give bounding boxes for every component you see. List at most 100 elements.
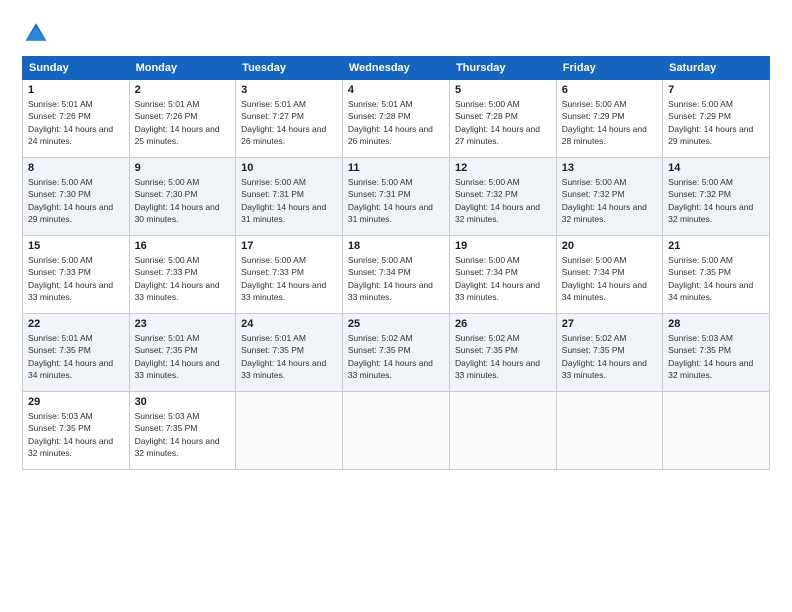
calendar-day-cell: 6 Sunrise: 5:00 AMSunset: 7:29 PMDaylight… (556, 80, 662, 158)
day-info: Sunrise: 5:00 AMSunset: 7:34 PMDaylight:… (348, 254, 444, 303)
day-info: Sunrise: 5:01 AMSunset: 7:26 PMDaylight:… (28, 98, 124, 147)
calendar-day-cell: 13 Sunrise: 5:00 AMSunset: 7:32 PMDayligh… (556, 158, 662, 236)
calendar-day-cell: 29 Sunrise: 5:03 AMSunset: 7:35 PMDayligh… (23, 392, 130, 470)
day-info: Sunrise: 5:02 AMSunset: 7:35 PMDaylight:… (562, 332, 657, 381)
day-info: Sunrise: 5:03 AMSunset: 7:35 PMDaylight:… (28, 410, 124, 459)
day-info: Sunrise: 5:00 AMSunset: 7:30 PMDaylight:… (135, 176, 231, 225)
day-number: 26 (455, 318, 551, 330)
col-thursday: Thursday (449, 57, 556, 80)
day-info: Sunrise: 5:00 AMSunset: 7:32 PMDaylight:… (668, 176, 764, 225)
calendar-day-cell: 25 Sunrise: 5:02 AMSunset: 7:35 PMDayligh… (342, 314, 449, 392)
day-info: Sunrise: 5:00 AMSunset: 7:30 PMDaylight:… (28, 176, 124, 225)
calendar-day-cell: 21Sunrise: 5:00 AMSunset: 7:35 PMDayligh… (663, 236, 770, 314)
calendar-day-cell: 19 Sunrise: 5:00 AMSunset: 7:34 PMDayligh… (449, 236, 556, 314)
calendar-day-cell: 16 Sunrise: 5:00 AMSunset: 7:33 PMDayligh… (129, 236, 236, 314)
day-number: 15 (28, 240, 124, 252)
day-number: 12 (455, 162, 551, 174)
day-info: Sunrise: 5:01 AMSunset: 7:27 PMDaylight:… (241, 98, 337, 147)
day-number: 8 (28, 162, 124, 174)
calendar-day-cell: 3Sunrise: 5:01 AMSunset: 7:27 PMDaylight… (236, 80, 343, 158)
day-number: 7 (668, 84, 764, 96)
day-number: 5 (455, 84, 551, 96)
day-info: Sunrise: 5:01 AMSunset: 7:35 PMDaylight:… (241, 332, 337, 381)
calendar-day-cell: 11 Sunrise: 5:00 AMSunset: 7:31 PMDayligh… (342, 158, 449, 236)
col-monday: Monday (129, 57, 236, 80)
calendar-day-cell: 26 Sunrise: 5:02 AMSunset: 7:35 PMDayligh… (449, 314, 556, 392)
calendar-day-cell: 8 Sunrise: 5:00 AMSunset: 7:30 PMDaylight… (23, 158, 130, 236)
calendar-day-cell: 15 Sunrise: 5:00 AMSunset: 7:33 PMDayligh… (23, 236, 130, 314)
day-number: 10 (241, 162, 337, 174)
day-number: 24 (241, 318, 337, 330)
day-info: Sunrise: 5:00 AMSunset: 7:29 PMDaylight:… (668, 98, 764, 147)
calendar-day-cell (342, 392, 449, 470)
calendar-day-cell (556, 392, 662, 470)
calendar: Sunday Monday Tuesday Wednesday Thursday… (22, 56, 770, 470)
day-info: Sunrise: 5:03 AMSunset: 7:35 PMDaylight:… (668, 332, 764, 381)
day-number: 29 (28, 396, 124, 408)
col-tuesday: Tuesday (236, 57, 343, 80)
day-number: 11 (348, 162, 444, 174)
day-info: Sunrise: 5:00 AMSunset: 7:28 PMDaylight:… (455, 98, 551, 147)
day-number: 13 (562, 162, 657, 174)
calendar-day-cell (236, 392, 343, 470)
day-number: 14 (668, 162, 764, 174)
day-info: Sunrise: 5:00 AMSunset: 7:33 PMDaylight:… (28, 254, 124, 303)
calendar-day-cell: 18Sunrise: 5:00 AMSunset: 7:34 PMDayligh… (342, 236, 449, 314)
calendar-day-cell: 22Sunrise: 5:01 AMSunset: 7:35 PMDayligh… (23, 314, 130, 392)
calendar-day-cell: 30 Sunrise: 5:03 AMSunset: 7:35 PMDayligh… (129, 392, 236, 470)
day-number: 6 (562, 84, 657, 96)
calendar-day-cell: 2 Sunrise: 5:01 AMSunset: 7:26 PMDaylight… (129, 80, 236, 158)
day-info: Sunrise: 5:00 AMSunset: 7:34 PMDaylight:… (455, 254, 551, 303)
calendar-day-cell (663, 392, 770, 470)
day-number: 16 (135, 240, 231, 252)
calendar-day-cell: 9 Sunrise: 5:00 AMSunset: 7:30 PMDaylight… (129, 158, 236, 236)
day-info: Sunrise: 5:02 AMSunset: 7:35 PMDaylight:… (348, 332, 444, 381)
calendar-week-row: 1 Sunrise: 5:01 AMSunset: 7:26 PMDaylight… (23, 80, 770, 158)
day-number: 20 (562, 240, 657, 252)
calendar-day-cell: 17 Sunrise: 5:00 AMSunset: 7:33 PMDayligh… (236, 236, 343, 314)
day-info: Sunrise: 5:00 AMSunset: 7:33 PMDaylight:… (241, 254, 337, 303)
calendar-day-cell: 7 Sunrise: 5:00 AMSunset: 7:29 PMDaylight… (663, 80, 770, 158)
calendar-day-cell: 12 Sunrise: 5:00 AMSunset: 7:32 PMDayligh… (449, 158, 556, 236)
calendar-header-row: Sunday Monday Tuesday Wednesday Thursday… (23, 57, 770, 80)
logo-icon (22, 18, 50, 46)
col-sunday: Sunday (23, 57, 130, 80)
day-info: Sunrise: 5:00 AMSunset: 7:33 PMDaylight:… (135, 254, 231, 303)
day-number: 30 (135, 396, 231, 408)
calendar-day-cell: 23Sunrise: 5:01 AMSunset: 7:35 PMDayligh… (129, 314, 236, 392)
header (22, 18, 770, 46)
day-number: 28 (668, 318, 764, 330)
calendar-day-cell: 10 Sunrise: 5:00 AMSunset: 7:31 PMDayligh… (236, 158, 343, 236)
col-friday: Friday (556, 57, 662, 80)
calendar-day-cell: 20 Sunrise: 5:00 AMSunset: 7:34 PMDayligh… (556, 236, 662, 314)
day-info: Sunrise: 5:00 AMSunset: 7:35 PMDaylight:… (668, 254, 764, 303)
day-number: 17 (241, 240, 337, 252)
col-wednesday: Wednesday (342, 57, 449, 80)
calendar-week-row: 29 Sunrise: 5:03 AMSunset: 7:35 PMDayligh… (23, 392, 770, 470)
day-info: Sunrise: 5:00 AMSunset: 7:31 PMDaylight:… (348, 176, 444, 225)
day-number: 1 (28, 84, 124, 96)
day-info: Sunrise: 5:00 AMSunset: 7:31 PMDaylight:… (241, 176, 337, 225)
calendar-day-cell: 24 Sunrise: 5:01 AMSunset: 7:35 PMDayligh… (236, 314, 343, 392)
day-number: 9 (135, 162, 231, 174)
day-info: Sunrise: 5:01 AMSunset: 7:26 PMDaylight:… (135, 98, 231, 147)
calendar-day-cell: 5 Sunrise: 5:00 AMSunset: 7:28 PMDaylight… (449, 80, 556, 158)
day-info: Sunrise: 5:00 AMSunset: 7:34 PMDaylight:… (562, 254, 657, 303)
day-number: 19 (455, 240, 551, 252)
day-info: Sunrise: 5:01 AMSunset: 7:35 PMDaylight:… (28, 332, 124, 381)
day-info: Sunrise: 5:00 AMSunset: 7:32 PMDaylight:… (455, 176, 551, 225)
day-info: Sunrise: 5:03 AMSunset: 7:35 PMDaylight:… (135, 410, 231, 459)
calendar-week-row: 8 Sunrise: 5:00 AMSunset: 7:30 PMDaylight… (23, 158, 770, 236)
calendar-day-cell: 27 Sunrise: 5:02 AMSunset: 7:35 PMDayligh… (556, 314, 662, 392)
day-number: 2 (135, 84, 231, 96)
calendar-week-row: 15 Sunrise: 5:00 AMSunset: 7:33 PMDayligh… (23, 236, 770, 314)
day-number: 25 (348, 318, 444, 330)
day-number: 4 (348, 84, 444, 96)
day-number: 23 (135, 318, 231, 330)
day-info: Sunrise: 5:00 AMSunset: 7:32 PMDaylight:… (562, 176, 657, 225)
calendar-day-cell (449, 392, 556, 470)
calendar-day-cell: 4Sunrise: 5:01 AMSunset: 7:28 PMDaylight… (342, 80, 449, 158)
day-number: 27 (562, 318, 657, 330)
day-info: Sunrise: 5:02 AMSunset: 7:35 PMDaylight:… (455, 332, 551, 381)
day-info: Sunrise: 5:00 AMSunset: 7:29 PMDaylight:… (562, 98, 657, 147)
